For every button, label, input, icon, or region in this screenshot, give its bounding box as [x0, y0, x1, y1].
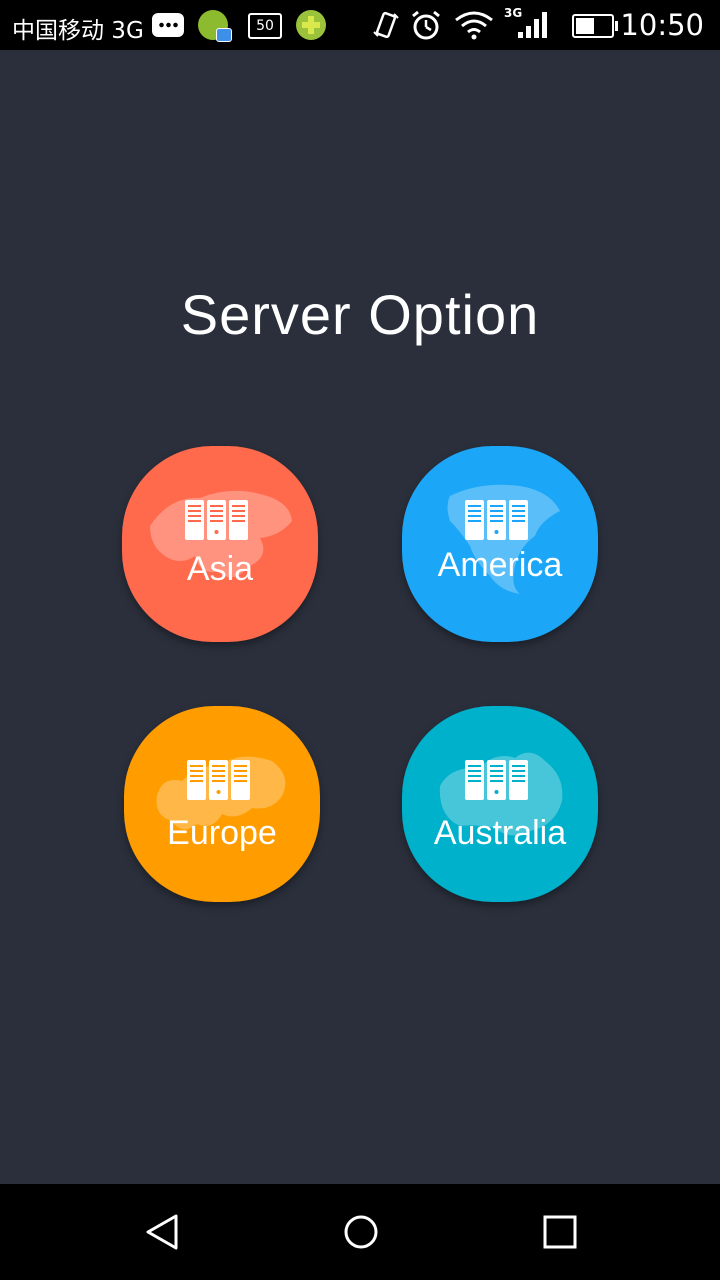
sim-badge-icon: 50	[248, 13, 282, 39]
carrier-label: 中国移动 3G	[12, 18, 144, 44]
server-rack-icon	[187, 760, 250, 800]
wifi-icon	[455, 11, 493, 40]
vibrate-icon	[373, 11, 399, 39]
server-asia-label: Asia	[186, 550, 254, 588]
clock: 10:50	[620, 8, 704, 42]
server-america-button[interactable]: America	[402, 446, 598, 642]
server-america-label: America	[437, 546, 563, 584]
server-europe-button[interactable]: Europe	[124, 706, 320, 902]
status-bar: 中国移动 3G 50 3G 10:50	[0, 0, 720, 50]
message-icon	[152, 13, 184, 37]
app-notification-icon	[198, 10, 232, 42]
server-rack-icon	[465, 500, 528, 540]
app-plus-icon	[296, 10, 326, 40]
back-icon[interactable]	[144, 1214, 180, 1250]
battery-icon	[572, 14, 618, 38]
server-rack-icon	[465, 760, 528, 800]
page-title: Server Option	[180, 283, 540, 346]
server-australia-button[interactable]: Australia	[402, 706, 598, 902]
recents-icon[interactable]	[542, 1214, 578, 1250]
signal-icon	[518, 12, 550, 38]
home-icon[interactable]	[343, 1214, 379, 1250]
navigation-bar	[0, 1184, 720, 1280]
server-europe-label: Europe	[167, 814, 277, 852]
alarm-icon	[412, 10, 440, 40]
server-rack-icon	[185, 500, 248, 540]
server-asia-button[interactable]: Asia	[122, 446, 318, 642]
server-australia-label: Australia	[433, 814, 567, 852]
